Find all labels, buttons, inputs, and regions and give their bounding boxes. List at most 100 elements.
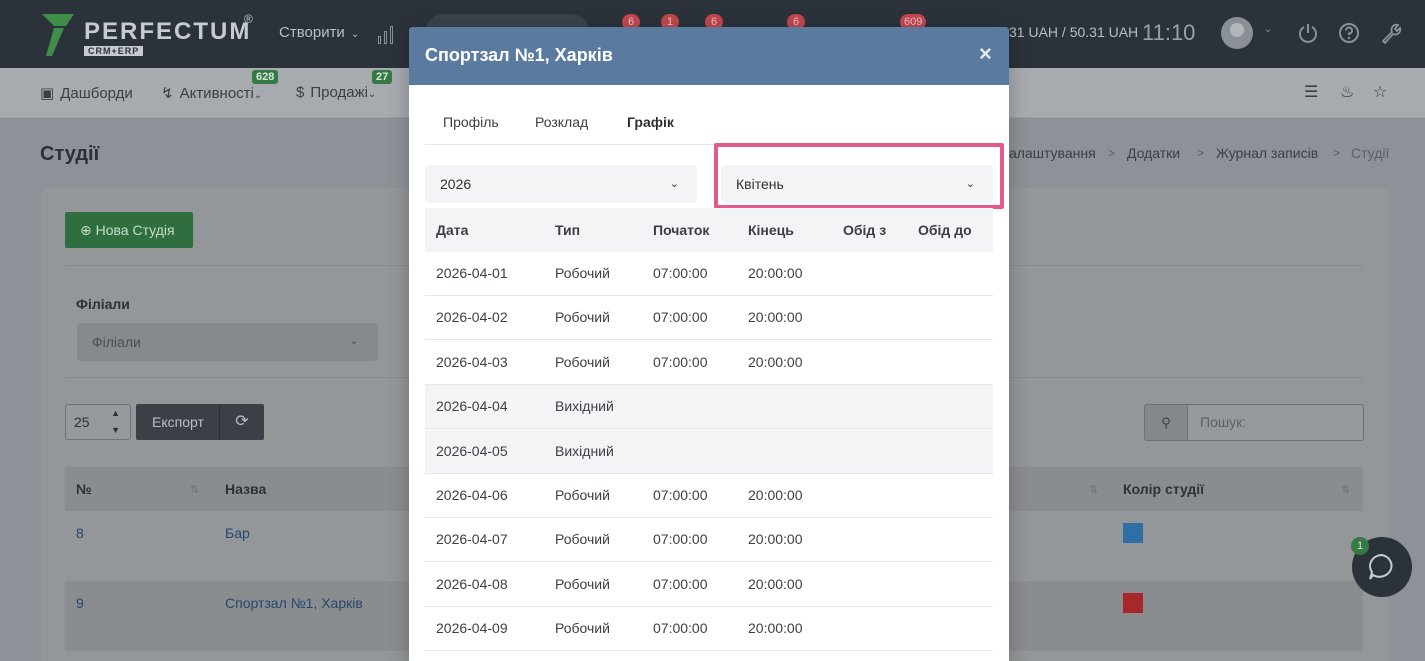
branch-filter-select[interactable]: Філіали ⌄ [77,323,378,361]
star-icon[interactable]: ☆ [1373,82,1387,102]
tab-graph[interactable]: Графік [627,114,674,130]
brand-registered-mark: ® [244,12,253,26]
chevron-down-icon: ⌄ [350,29,360,40]
chevron-down-icon: ⌄ [669,178,679,190]
modal-tabs: Профіль Розклад Графік [425,105,993,145]
schedule-cell-end: 20:00:00 [748,353,803,370]
schedule-row: 2026-04-07 Робочий 07:00:00 20:00:00 [425,518,993,563]
schedule-cell-date: 2026-04-09 [436,620,508,637]
month-select-highlight [714,143,1004,209]
schedule-cell-start: 07:00:00 [653,309,708,326]
schedule-cell-date: 2026-04-07 [436,531,508,548]
sort-icon[interactable]: ⇅ [1341,483,1350,496]
breadcrumb-item[interactable]: Журнал записів [1216,145,1318,161]
column-header-type: Тип [555,222,581,238]
wrench-icon[interactable] [1380,22,1402,44]
schedule-cell-end: 20:00:00 [748,620,803,637]
sort-icon[interactable]: ⇅ [190,483,199,496]
page-length-value: 25 [74,414,90,430]
page-length-select[interactable]: 25 ▲ ▼ [65,404,131,440]
schedule-cell-type: Вихідний [555,442,614,459]
schedule-cell-type: Робочий [555,265,610,281]
chevron-right-icon: > [1197,146,1205,160]
nav-item-sales[interactable]: $ Продажі⌄ [296,84,376,101]
search-icon: ⚲ [1144,404,1188,441]
schedule-cell-type: Робочий [555,531,610,548]
nav-item-activities[interactable]: ↯ Активності⌄ [161,84,262,102]
schedule-cell-type: Робочий [555,575,610,592]
power-icon[interactable] [1297,22,1319,44]
new-studio-button[interactable]: ⊕ Нова Студія [65,212,193,248]
monitor-icon: ▣ [40,85,55,102]
schedule-cell-date: 2026-04-05 [436,442,508,459]
refresh-icon[interactable]: ⟳ [219,404,264,440]
chevron-right-icon: > [1108,146,1116,160]
help-icon[interactable] [1338,22,1360,44]
new-studio-label: Нова Студія [95,222,175,238]
schedule-cell-date: 2026-04-01 [436,265,508,281]
breadcrumb-item[interactable]: алаштування [1009,145,1096,161]
schedule-cell-start: 07:00:00 [653,575,708,592]
studio-modal: Спортзал №1, Харків × Профіль Розклад Гр… [409,27,1009,661]
avatar[interactable] [1221,17,1253,49]
year-value: 2026 [440,176,472,192]
schedule-cell-end: 20:00:00 [748,575,803,592]
row-number[interactable]: 9 [76,595,84,611]
column-header-name[interactable]: Назва [225,481,266,497]
logo-mark-icon [42,14,74,56]
dollar-icon: $ [296,84,305,101]
column-header-start: Початок [653,222,710,238]
studio-color-swatch [1123,593,1143,613]
year-select[interactable]: 2026 ⌄ [425,165,697,203]
tab-profile[interactable]: Профіль [443,114,499,130]
stats-icon[interactable] [378,24,400,44]
schedule-cell-date: 2026-04-02 [436,309,508,326]
studio-color-swatch [1123,523,1143,543]
table-search-input[interactable]: Пошук: [1188,404,1364,441]
column-header-end: Кінець [748,222,794,238]
schedule-row: 2026-04-08 Робочий 07:00:00 20:00:00 [425,563,993,607]
nav-badge: 27 [372,70,393,84]
column-header-color[interactable]: Колір студії [1123,481,1204,497]
row-number[interactable]: 8 [76,525,84,541]
chevron-down-icon[interactable]: ⌄ [1264,24,1272,35]
schedule-cell-type: Робочий [555,620,610,637]
create-menu[interactable]: Створити ⌄ [279,24,359,41]
chevron-down-icon: ⌄ [253,90,263,101]
nav-label: Активності [179,85,254,102]
bolt-icon: ↯ [161,85,174,102]
column-header-number[interactable]: № [76,481,92,497]
brand-name: PERFECTUM [84,18,252,45]
perfectum-logo[interactable]: PERFECTUM ® CRM+ERP [40,12,280,58]
schedule-cell-date: 2026-04-08 [436,575,508,592]
schedule-row: 2026-04-03 Робочий 07:00:00 20:00:00 [425,341,993,385]
filter-label: Філіали [76,296,130,312]
schedule-cell-start: 07:00:00 [653,620,708,637]
row-name[interactable]: Спортзал №1, Харків [225,595,363,611]
fire-icon[interactable]: ♨ [1340,82,1354,102]
schedule-cell-type: Робочий [555,353,610,370]
schedule-row: 2026-04-01 Робочий 07:00:00 20:00:00 [425,252,993,296]
close-icon[interactable]: × [979,41,992,67]
schedule-cell-end: 20:00:00 [748,531,803,548]
tab-schedule[interactable]: Розклад [535,114,588,130]
clock: 11:10 [1142,20,1196,45]
schedule-cell-date: 2026-04-06 [436,487,508,503]
sort-icon[interactable]: ⇅ [1089,483,1098,496]
schedule-cell-end: 20:00:00 [748,265,803,281]
modal-header: Спортзал №1, Харків × [409,27,1009,85]
nav-item-dashboards[interactable]: ▣ Дашборди [40,84,133,102]
breadcrumb-item[interactable]: Додатки [1127,145,1180,161]
balance: 31 UAH / 50.31 UAH [1009,24,1139,40]
row-name[interactable]: Бар [225,525,250,541]
layers-icon[interactable]: ☰ [1304,82,1318,102]
column-header-date: Дата [436,222,469,238]
schedule-cell-date: 2026-04-04 [436,398,508,415]
export-button[interactable]: Експорт [136,404,220,440]
nav-badge: 628 [252,70,279,84]
chevron-right-icon: > [1333,146,1341,160]
schedule-cell-type: Вихідний [555,398,614,415]
chat-badge: 1 [1351,537,1369,555]
breadcrumb-current: Студії [1351,145,1390,161]
modal-title: Спортзал №1, Харків [425,45,613,65]
